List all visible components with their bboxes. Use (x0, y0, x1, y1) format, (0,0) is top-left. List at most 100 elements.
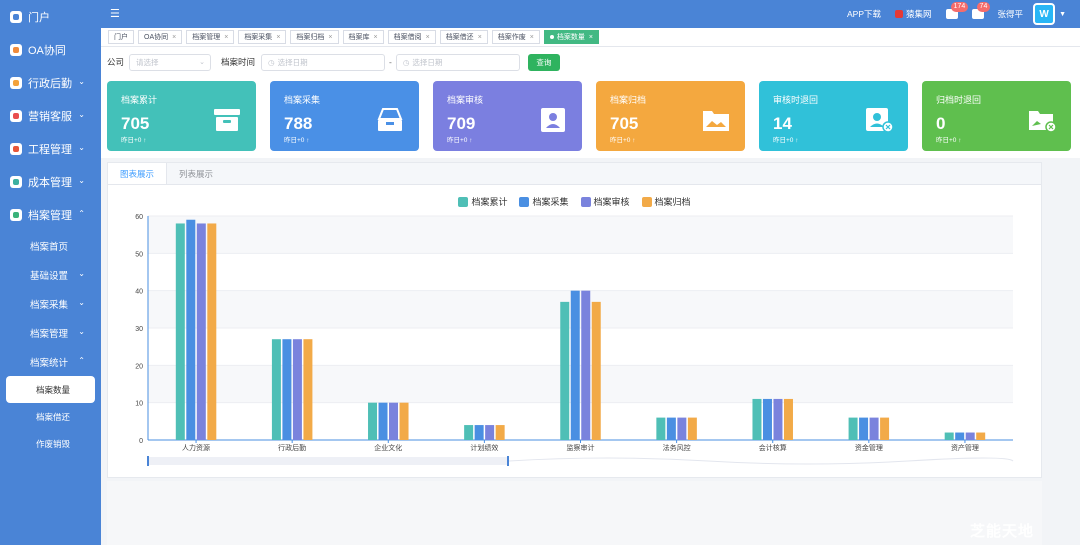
bar (303, 339, 313, 440)
chevron-down-icon: ⌄ (78, 143, 85, 152)
stat-card-collect[interactable]: 档案采集 788 昨日+0 ↑ (270, 81, 419, 151)
admin-icon (10, 76, 22, 89)
sidebar-sub-label: 档案采集 (30, 299, 69, 311)
close-icon[interactable]: × (478, 34, 482, 41)
tabs-bar: 门户 OA协同 × 档案管理 × 档案采集 × 档案归档 × 档案库 × 档案借阅 × 档案… (101, 28, 1080, 47)
sidebar-item-admin[interactable]: 行政后勤 ⌄ (0, 66, 101, 99)
x-tick-label: 资产管理 (951, 443, 979, 452)
x-tick-label: 行政后勤 (278, 443, 306, 452)
tab-archive-library[interactable]: 档案库 × (342, 30, 384, 44)
bar (196, 223, 206, 440)
sidebar-item-archive[interactable]: 档案管理 ⌃ (0, 198, 101, 231)
calendar-icon: ◷ (402, 57, 410, 67)
close-icon[interactable]: × (328, 34, 332, 41)
user-notice-badge: 74 (976, 2, 991, 12)
grid-band (148, 290, 1013, 328)
user-notice-icon[interactable]: 74 (971, 2, 991, 19)
bar (783, 398, 793, 440)
bottom-area: 芝能天地 (107, 481, 1042, 545)
stat-card-review-returned[interactable]: 审核时退回 14 昨日+0 ↑ (759, 81, 908, 151)
x-tick-label: 人力资源 (182, 443, 210, 452)
close-icon[interactable]: × (530, 34, 534, 41)
card-sub: 昨日+0 ↑ (936, 137, 962, 144)
company-select[interactable]: 请选择 ⌄ (129, 53, 212, 71)
close-icon[interactable]: × (172, 34, 176, 41)
sidebar-sub-archive-destroy[interactable]: 作废销毁 (0, 430, 101, 457)
tab-archive-file[interactable]: 档案归档 × (290, 30, 339, 44)
bar (282, 339, 292, 440)
sidebar-sub-label: 档案借还 (36, 411, 71, 422)
stat-card-review[interactable]: 档案审核 709 昨日+0 ↑ (433, 81, 582, 151)
sidebar-item-engineering[interactable]: 工程管理 ⌄ (0, 132, 101, 165)
sidebar-sub-archive-lend[interactable]: 档案借还 (0, 403, 101, 430)
sidebar-sub-label: 档案管理 (30, 328, 69, 340)
query-button[interactable]: 查询 (527, 53, 560, 71)
cost-icon (10, 175, 22, 188)
tab-label: 档案数量 (556, 34, 585, 41)
close-icon[interactable]: × (276, 34, 280, 41)
close-icon[interactable]: × (426, 34, 430, 41)
start-date-input[interactable]: ◷ 选择日期 (261, 53, 386, 71)
sidebar-item-label: OA协同 (28, 44, 66, 57)
menu-toggle-icon[interactable]: ☰ (110, 7, 120, 20)
sidebar-sub-archive-home[interactable]: 档案首页 (0, 231, 101, 260)
collect-icon (895, 10, 904, 18)
y-tick-label: 0 (139, 438, 143, 445)
app-download-link[interactable]: APP下载 (847, 8, 881, 20)
chevron-up-icon: ⌃ (78, 356, 85, 365)
stat-card-archived[interactable]: 档案归档 705 昨日+0 ↑ (596, 81, 745, 151)
card-sub: 昨日+0 ↑ (610, 137, 636, 144)
sidebar-sub-basic-settings[interactable]: 基础设置 ⌄ (0, 260, 101, 289)
tab-archive-manage[interactable]: 档案管理 × (186, 30, 235, 44)
zoom-handle-right (507, 456, 509, 466)
bar (762, 398, 772, 440)
y-tick-label: 60 (135, 214, 143, 221)
stat-card-total[interactable]: 档案累计 705 昨日+0 ↑ (107, 81, 256, 151)
sidebar-sub-archive-manage[interactable]: 档案管理 ⌄ (0, 318, 101, 347)
message-icon[interactable]: 174 (945, 2, 969, 19)
sidebar-item-cost[interactable]: 成本管理 ⌄ (0, 165, 101, 198)
stat-card-archive-returned[interactable]: 归档时退回 0 昨日+0 ↑ (922, 81, 1071, 151)
close-icon[interactable]: × (374, 34, 378, 41)
username[interactable]: 张得平 (998, 8, 1024, 20)
close-icon[interactable]: × (224, 34, 228, 41)
user-menu[interactable]: W ▼ (1027, 3, 1066, 25)
tab-archive-return[interactable]: 档案借还 × (439, 30, 488, 44)
sidebar-item-portal[interactable]: 门户 (0, 0, 101, 33)
close-icon[interactable]: × (589, 34, 593, 41)
sidebar-sub-archive-count[interactable]: 档案数量 (6, 376, 95, 403)
zoom-handle-left (147, 456, 149, 466)
tab-archive-borrow[interactable]: 档案借阅 × (387, 30, 436, 44)
folder-return-icon (1029, 111, 1057, 133)
bar (859, 417, 869, 440)
tab-label: 档案作废 (497, 34, 526, 41)
tab-archive-count[interactable]: 档案数量 × (543, 30, 599, 44)
card-title: 档案采集 (284, 95, 321, 105)
sidebar-item-label: 工程管理 (28, 143, 72, 156)
collect-link[interactable]: 猿集网 (895, 8, 932, 20)
end-date-input[interactable]: ◷ 选择日期 (395, 53, 520, 71)
tab-list-view[interactable]: 列表展示 (167, 163, 225, 184)
tab-archive-void[interactable]: 档案作废 × (491, 30, 540, 44)
sidebar-sub-label: 基础设置 (30, 270, 69, 282)
start-date-placeholder: 选择日期 (277, 57, 308, 67)
tab-label: 档案库 (348, 34, 370, 41)
card-sub: 昨日+0 ↑ (284, 137, 310, 144)
bar (965, 432, 975, 440)
sidebar-item-oa[interactable]: OA协同 (0, 33, 101, 66)
sidebar: 门户 OA协同 行政后勤 ⌄ 营销客服 ⌄ 工程管理 ⌄ 成本管理 ⌄ 档案管理… (0, 0, 101, 545)
tab-oa[interactable]: OA协同 × (138, 30, 183, 44)
sidebar-item-marketing[interactable]: 营销客服 ⌄ (0, 99, 101, 132)
grid-band (148, 216, 1013, 254)
sidebar-sub-archive-collect[interactable]: 档案采集 ⌄ (0, 289, 101, 318)
y-tick-label: 30 (135, 326, 143, 333)
x-tick-label: 计划绩效 (470, 443, 498, 452)
tab-portal[interactable]: 门户 (108, 30, 134, 44)
bar (656, 417, 666, 440)
tab-chart-view[interactable]: 图表展示 (108, 163, 168, 184)
bar (848, 417, 858, 440)
sidebar-sub-archive-stats[interactable]: 档案统计 ⌃ (0, 347, 101, 376)
oa-icon (10, 43, 22, 56)
x-tick-label: 法务风控 (663, 443, 691, 452)
tab-archive-collect[interactable]: 档案采集 × (238, 30, 287, 44)
